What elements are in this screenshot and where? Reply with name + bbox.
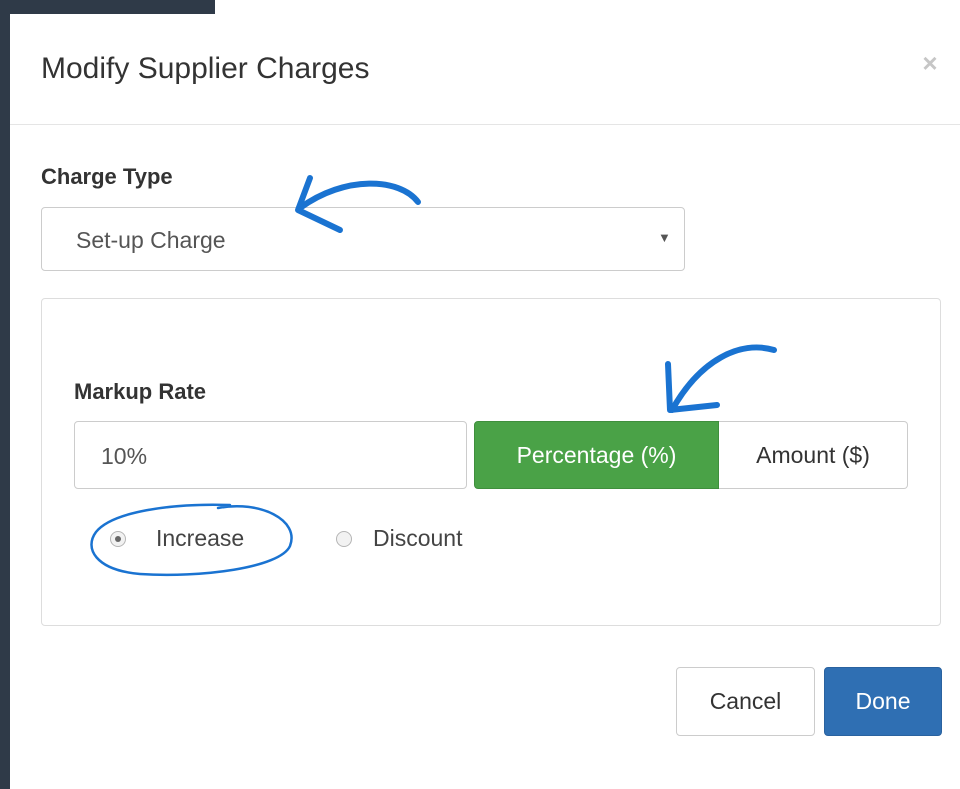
markup-rate-label: Markup Rate xyxy=(74,379,207,404)
markup-rate-value: 10% xyxy=(101,443,148,469)
done-button[interactable]: Done xyxy=(824,667,942,736)
background-window-top xyxy=(0,0,960,14)
increase-radio[interactable] xyxy=(110,531,126,547)
modal-title: Modify Supplier Charges xyxy=(41,52,370,85)
charge-type-label: Charge Type xyxy=(41,164,173,189)
chevron-down-icon: ▼ xyxy=(658,230,671,245)
markup-panel: Markup Rate 10% Percentage (%) Amount ($… xyxy=(41,298,941,626)
charge-type-selected-value: Set-up Charge xyxy=(76,227,226,253)
discount-radio[interactable] xyxy=(336,531,352,547)
markup-unit-toggle: Percentage (%) Amount ($) xyxy=(474,421,908,489)
close-icon[interactable]: × xyxy=(915,48,945,78)
charge-type-select[interactable]: Set-up Charge ▼ xyxy=(41,207,685,271)
increase-radio-label[interactable]: Increase xyxy=(156,525,244,552)
amount-button[interactable]: Amount ($) xyxy=(719,421,908,489)
modal-header: Modify Supplier Charges × xyxy=(10,14,960,125)
modal-dialog: Modify Supplier Charges × Charge Type Se… xyxy=(10,14,960,789)
background-window-edge xyxy=(0,0,10,789)
background-window-bar xyxy=(0,0,215,14)
page: Modify Supplier Charges × Charge Type Se… xyxy=(0,0,960,789)
markup-rate-input[interactable]: 10% xyxy=(74,421,467,489)
discount-radio-label[interactable]: Discount xyxy=(373,525,462,552)
cancel-button[interactable]: Cancel xyxy=(676,667,815,736)
percentage-button[interactable]: Percentage (%) xyxy=(474,421,719,489)
